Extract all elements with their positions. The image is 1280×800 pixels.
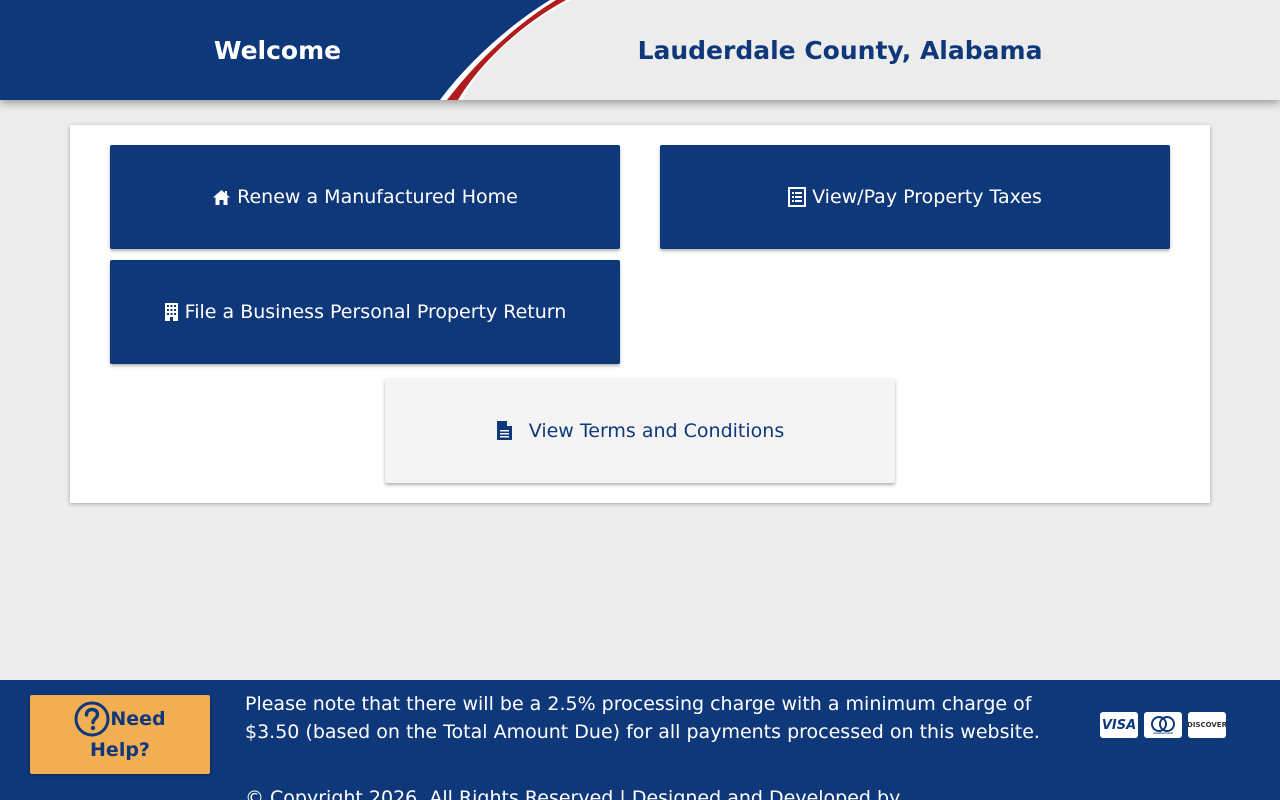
welcome-heading: Welcome xyxy=(0,0,555,100)
accepted-cards: VISA mastercard DISCOVER xyxy=(1100,712,1226,738)
file-business-property-return-label: File a Business Personal Property Return xyxy=(184,301,567,323)
question-circle-icon xyxy=(74,701,110,737)
building-icon xyxy=(164,302,179,322)
view-terms-button[interactable]: View Terms and Conditions xyxy=(385,378,895,483)
view-pay-property-taxes-label: View/Pay Property Taxes xyxy=(812,186,1042,208)
need-help-label-line2: Help? xyxy=(90,739,150,761)
renew-manufactured-home-button[interactable]: Renew a Manufactured Home xyxy=(110,145,620,249)
discover-card-icon: DISCOVER xyxy=(1188,712,1226,738)
document-icon xyxy=(496,420,513,441)
visa-card-icon: VISA xyxy=(1100,712,1138,738)
home-icon xyxy=(212,189,231,206)
view-pay-property-taxes-button[interactable]: View/Pay Property Taxes xyxy=(660,145,1170,249)
renew-manufactured-home-label: Renew a Manufactured Home xyxy=(237,186,518,208)
view-terms-label: View Terms and Conditions xyxy=(528,419,785,442)
county-title: Lauderdale County, Alabama xyxy=(637,35,1043,65)
page-header: Welcome Lauderdale County, Alabama xyxy=(0,0,1280,100)
mastercard-wordmark: mastercard xyxy=(1153,731,1172,735)
processing-charge-notice: Please note that there will be a 2.5% pr… xyxy=(245,693,1040,743)
services-panel: Renew a Manufactured Home View/Pay Prope… xyxy=(70,125,1210,503)
welcome-text: Welcome xyxy=(213,35,342,65)
mastercard-icon: mastercard xyxy=(1144,712,1182,738)
file-business-property-return-button[interactable]: File a Business Personal Property Return xyxy=(110,260,620,364)
need-help-button[interactable]: Need Help? xyxy=(30,695,210,774)
page-footer: Need Help? Please note that there will b… xyxy=(0,680,1280,800)
need-help-label-line1: Need xyxy=(110,708,166,730)
copyright-text: © Copyright 2026. All Rights Reserved | … xyxy=(245,787,901,800)
list-icon xyxy=(788,187,807,207)
